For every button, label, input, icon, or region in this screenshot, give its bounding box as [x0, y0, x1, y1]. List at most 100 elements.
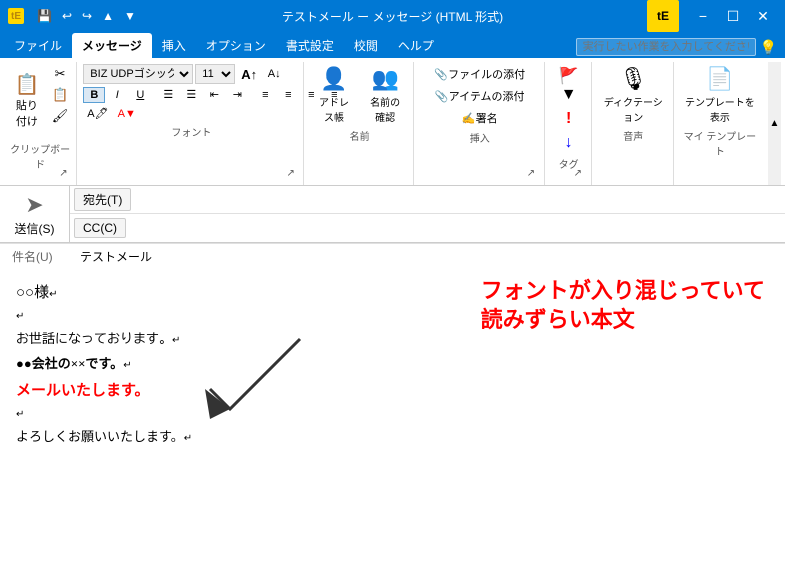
font-row3: A🖊 A▼ — [83, 105, 299, 122]
copy-button[interactable]: 📋 — [48, 85, 73, 105]
names-controls: 👤 アドレス帳 👥 名前の確認 — [310, 64, 408, 126]
to-field[interactable] — [135, 191, 785, 209]
names-label: 名前 — [310, 128, 408, 143]
tab-format[interactable]: 書式設定 — [276, 33, 344, 58]
signature-button[interactable]: ✍ 署名 — [420, 108, 540, 128]
underline-button[interactable]: U — [129, 87, 151, 103]
subject-value: テストメール — [80, 248, 785, 265]
cc-button[interactable]: CC(C) — [74, 218, 126, 238]
body-blank1: ↵ — [16, 309, 769, 325]
body-line-2: ●●会社の××です。↵ — [16, 354, 769, 375]
voice-label: 音声 — [598, 128, 669, 143]
title-bar-left: tE 💾 ↩ ↪ ▲ ▼ — [8, 7, 139, 25]
header-area: ➤ 送信(S) 宛先(T) CC(C) — [0, 186, 785, 243]
font-label: フォント — [83, 124, 299, 139]
send-button[interactable]: ➤ 送信(S) — [6, 187, 64, 242]
italic-button[interactable]: I — [106, 87, 128, 103]
clipboard-expand-icon[interactable]: ↗ — [59, 168, 73, 182]
address-book-icon: 👤 — [320, 66, 347, 92]
search-input[interactable] — [576, 38, 756, 56]
highlight-button[interactable]: A🖊 — [83, 105, 112, 122]
minimize-button[interactable]: − — [689, 5, 717, 27]
check-names-button[interactable]: 👥 名前の確認 — [362, 64, 409, 126]
bullet-list-button[interactable]: ☰ — [157, 86, 179, 103]
header-rows: 宛先(T) CC(C) — [70, 186, 785, 242]
tags-expand-icon[interactable]: ↗ — [574, 168, 588, 182]
compose-area: ➤ 送信(S) 宛先(T) CC(C) 件名(U) テストメール ○○様↵ ↵ … — [0, 186, 785, 564]
tab-insert[interactable]: 挿入 — [152, 33, 196, 58]
font-color-button[interactable]: A▼ — [114, 106, 140, 122]
to-button[interactable]: 宛先(T) — [74, 188, 131, 211]
body-blank2: ↵ — [16, 407, 769, 423]
importance-low-button[interactable]: ↓ — [558, 132, 580, 154]
ribbon-collapse-button[interactable]: ▲ — [768, 62, 781, 185]
maximize-button[interactable]: ☐ — [719, 5, 747, 27]
decrease-indent-button[interactable]: ⇤ — [203, 86, 225, 103]
clipboard-small: ✂ 📋 🖌 — [48, 64, 73, 139]
tab-message[interactable]: メッセージ — [72, 33, 152, 58]
tab-review[interactable]: 校閲 — [344, 33, 388, 58]
cc-field[interactable] — [130, 219, 785, 237]
insert-group: 📎 ファイルの添付 📎 アイテムの添付 ✍ 署名 挿入 ↗ — [416, 62, 545, 185]
body-line-3: メールいたします。 — [16, 379, 769, 403]
importance-high-button[interactable]: ! — [558, 108, 580, 130]
increase-font-button[interactable]: A↑ — [237, 65, 261, 84]
attach-file-button[interactable]: 📎 ファイルの添付 — [420, 64, 540, 84]
send-area: ➤ 送信(S) — [0, 186, 70, 242]
ribbon-content: 📋 貼り付け ✂ 📋 🖌 クリップボード ↗ BIZ UDPゴシック 11 A↑ — [0, 58, 785, 186]
dictate-icon: 🎙 — [619, 66, 647, 92]
font-expand-icon[interactable]: ↗ — [286, 168, 300, 182]
tab-help[interactable]: ヘルプ — [388, 33, 444, 58]
font-row1: BIZ UDPゴシック 11 A↑ A↓ — [83, 64, 299, 84]
show-templates-button[interactable]: 📄 テンプレートを表示 — [680, 64, 760, 126]
send-icon: ➤ — [25, 192, 43, 218]
dictate-button[interactable]: 🎙 ディクテーション — [598, 64, 669, 126]
insert-label: 挿入 — [420, 130, 540, 145]
paste-icon: 📋 — [14, 75, 39, 95]
font-size-select[interactable]: 11 — [195, 64, 235, 84]
attach-item-button[interactable]: 📎 アイテムの添付 — [420, 86, 540, 106]
tab-options[interactable]: オプション — [196, 33, 276, 58]
insert-expand-icon[interactable]: ↗ — [527, 168, 541, 182]
templates-icon: 📄 — [706, 66, 733, 92]
paste-button[interactable]: 📋 貼り付け — [8, 64, 46, 139]
font-family-select[interactable]: BIZ UDPゴシック — [83, 64, 193, 84]
close-button[interactable]: ✕ — [749, 5, 777, 27]
increase-indent-button[interactable]: ⇥ — [226, 86, 248, 103]
bold-button[interactable]: B — [83, 87, 105, 103]
tab-file[interactable]: ファイル — [4, 33, 72, 58]
title-bar: tE 💾 ↩ ↪ ▲ ▼ テストメール ー メッセージ (HTML 形式) tE… — [0, 0, 785, 32]
flag-button[interactable]: 🚩▼ — [551, 64, 587, 106]
templates-group: 📄 テンプレートを表示 マイ テンプレート — [676, 62, 764, 185]
tags-group: 🚩▼ ! ↓ タグ ↗ — [547, 62, 592, 185]
lightbulb-icon: 💡 — [760, 39, 777, 56]
quick-access: 💾 ↩ ↪ ▲ ▼ — [34, 7, 139, 25]
ribbon-tabs: ファイル メッセージ 挿入 オプション 書式設定 校閲 ヘルプ 💡 — [0, 32, 785, 58]
down-button[interactable]: ▼ — [121, 7, 139, 25]
app-icon-text: tE — [11, 11, 21, 22]
align-center-button[interactable]: ≡ — [277, 87, 299, 103]
font-row2: B I U ☰ ☰ ⇤ ⇥ ≡ ≡ ≡ ≡ — [83, 86, 299, 103]
decrease-font-button[interactable]: A↓ — [263, 66, 285, 82]
window-controls: tE − ☐ ✕ — [647, 0, 777, 32]
templates-label: マイ テンプレート — [680, 128, 760, 158]
undo-button[interactable]: ↩ — [59, 7, 75, 25]
align-left-button[interactable]: ≡ — [254, 87, 276, 103]
to-row: 宛先(T) — [70, 186, 785, 214]
mail-body[interactable]: ○○様↵ ↵ お世話になっております。↵ ●●会社の××です。↵ メールいたしま… — [0, 269, 785, 564]
font-group: BIZ UDPゴシック 11 A↑ A↓ B I U ☰ ☰ ⇤ ⇥ ≡ ≡ — [79, 62, 304, 185]
save-button[interactable]: 💾 — [34, 7, 55, 25]
names-group: 👤 アドレス帳 👥 名前の確認 名前 — [306, 62, 413, 185]
clipboard-controls: 📋 貼り付け ✂ 📋 🖌 — [8, 64, 72, 139]
numbered-list-button[interactable]: ☰ — [180, 86, 202, 103]
cut-button[interactable]: ✂ — [48, 64, 73, 84]
insert-controls: 📎 ファイルの添付 📎 アイテムの添付 ✍ 署名 — [420, 64, 540, 128]
address-book-button[interactable]: 👤 アドレス帳 — [310, 64, 357, 126]
body-greeting: ○○様↵ — [16, 281, 769, 305]
annotation-arrow — [200, 329, 320, 432]
redo-button[interactable]: ↪ — [79, 7, 95, 25]
font-controls: BIZ UDPゴシック 11 A↑ A↓ B I U ☰ ☰ ⇤ ⇥ ≡ ≡ — [83, 64, 299, 122]
format-painter-button[interactable]: 🖌 — [48, 106, 73, 126]
body-line-4: よろしくお願いいたします。↵ — [16, 427, 769, 448]
up-button[interactable]: ▲ — [99, 7, 117, 25]
